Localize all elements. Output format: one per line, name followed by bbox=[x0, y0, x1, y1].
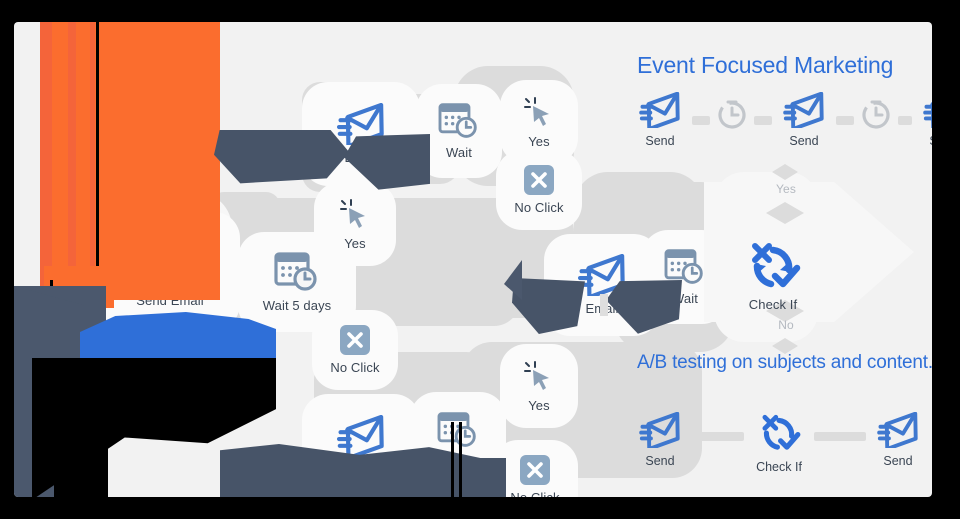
sequence-connector bbox=[836, 116, 854, 125]
calendar-clock-icon bbox=[437, 411, 476, 447]
sequence-step[interactable]: Send bbox=[628, 92, 692, 148]
sequence-connector bbox=[754, 116, 772, 125]
calendar-clock-icon bbox=[438, 103, 477, 138]
artifact-block bbox=[96, 22, 99, 288]
x-square-icon bbox=[524, 165, 554, 195]
artifact-block bbox=[90, 22, 95, 290]
artifact-block bbox=[68, 22, 76, 288]
sequence-label: Send bbox=[645, 134, 675, 148]
sequence-step[interactable]: Send bbox=[772, 92, 836, 148]
sequence-label: Send bbox=[645, 454, 675, 468]
check-x-cycle-icon bbox=[762, 414, 801, 450]
node-label: Yes bbox=[528, 398, 550, 413]
sequence-connector bbox=[898, 116, 912, 125]
branch-label-yes: Yes bbox=[776, 182, 796, 196]
sequence-step[interactable]: Send bbox=[912, 92, 932, 148]
artifact-block bbox=[40, 22, 220, 300]
artifact-block bbox=[451, 422, 454, 497]
sequence-step[interactable] bbox=[854, 92, 898, 136]
sequence-step[interactable]: Send bbox=[866, 412, 930, 468]
x-square-icon bbox=[340, 325, 370, 355]
node-label: Yes bbox=[528, 134, 550, 149]
sequence-connector bbox=[692, 432, 744, 441]
node-check-if[interactable]: Check If bbox=[728, 228, 818, 324]
node-label: No Click bbox=[514, 200, 564, 215]
sequence-step[interactable] bbox=[710, 92, 754, 136]
node-label: No Click bbox=[510, 490, 559, 497]
timer-icon bbox=[862, 100, 890, 129]
check-x-cycle-icon bbox=[752, 243, 801, 288]
sequence-bottom: Send Check If Send bbox=[628, 412, 930, 474]
sequence-label: Send bbox=[789, 134, 819, 148]
cursor-click-icon bbox=[524, 361, 549, 390]
cursor-click-icon bbox=[524, 97, 549, 126]
sequence-step[interactable]: Check If bbox=[744, 412, 814, 474]
sequence-top: Send Send bbox=[628, 92, 932, 148]
artifact-block bbox=[600, 294, 608, 316]
panel-headline: Event Focused Marketing bbox=[637, 52, 894, 78]
node-label: No Click bbox=[330, 360, 380, 375]
envelope-icon bbox=[923, 92, 932, 128]
timer-icon bbox=[718, 100, 746, 129]
cursor-click-icon bbox=[340, 199, 365, 228]
node-yes-mid[interactable]: Yes bbox=[314, 182, 396, 266]
artifact-block bbox=[80, 312, 276, 362]
node-label: Yes bbox=[344, 236, 366, 251]
screenshot-stage: Send Email Wait 5 days Yes No Click Wait… bbox=[0, 0, 960, 519]
node-label: Check If bbox=[748, 297, 798, 312]
envelope-icon bbox=[639, 412, 680, 448]
sequence-label: Check If bbox=[756, 460, 802, 474]
sequence-connector bbox=[692, 116, 710, 125]
sequence-connector bbox=[814, 432, 866, 441]
envelope-icon bbox=[639, 92, 680, 128]
sequence-label: Send bbox=[929, 134, 932, 148]
artifact-block bbox=[434, 458, 506, 497]
node-yes-bottom[interactable]: Yes bbox=[500, 344, 578, 428]
node-no-click-mid[interactable]: No Click bbox=[312, 310, 398, 390]
sequence-label: Send bbox=[883, 454, 913, 468]
artifact-block bbox=[40, 22, 52, 290]
node-label: Wait bbox=[446, 145, 472, 160]
x-square-icon bbox=[520, 455, 550, 485]
node-no-click-top[interactable]: No Click bbox=[496, 150, 582, 230]
envelope-icon bbox=[336, 415, 384, 457]
panel-subheadline: A/B testing on subjects and content. bbox=[637, 352, 932, 373]
envelope-icon bbox=[877, 412, 918, 448]
envelope-icon bbox=[783, 92, 824, 128]
workflow-canvas: Send Email Wait 5 days Yes No Click Wait… bbox=[14, 22, 932, 497]
sequence-step[interactable]: Send bbox=[628, 412, 692, 468]
artifact-block bbox=[459, 422, 462, 497]
node-label: Wait 5 days bbox=[262, 298, 332, 313]
calendar-clock-icon bbox=[274, 252, 317, 291]
